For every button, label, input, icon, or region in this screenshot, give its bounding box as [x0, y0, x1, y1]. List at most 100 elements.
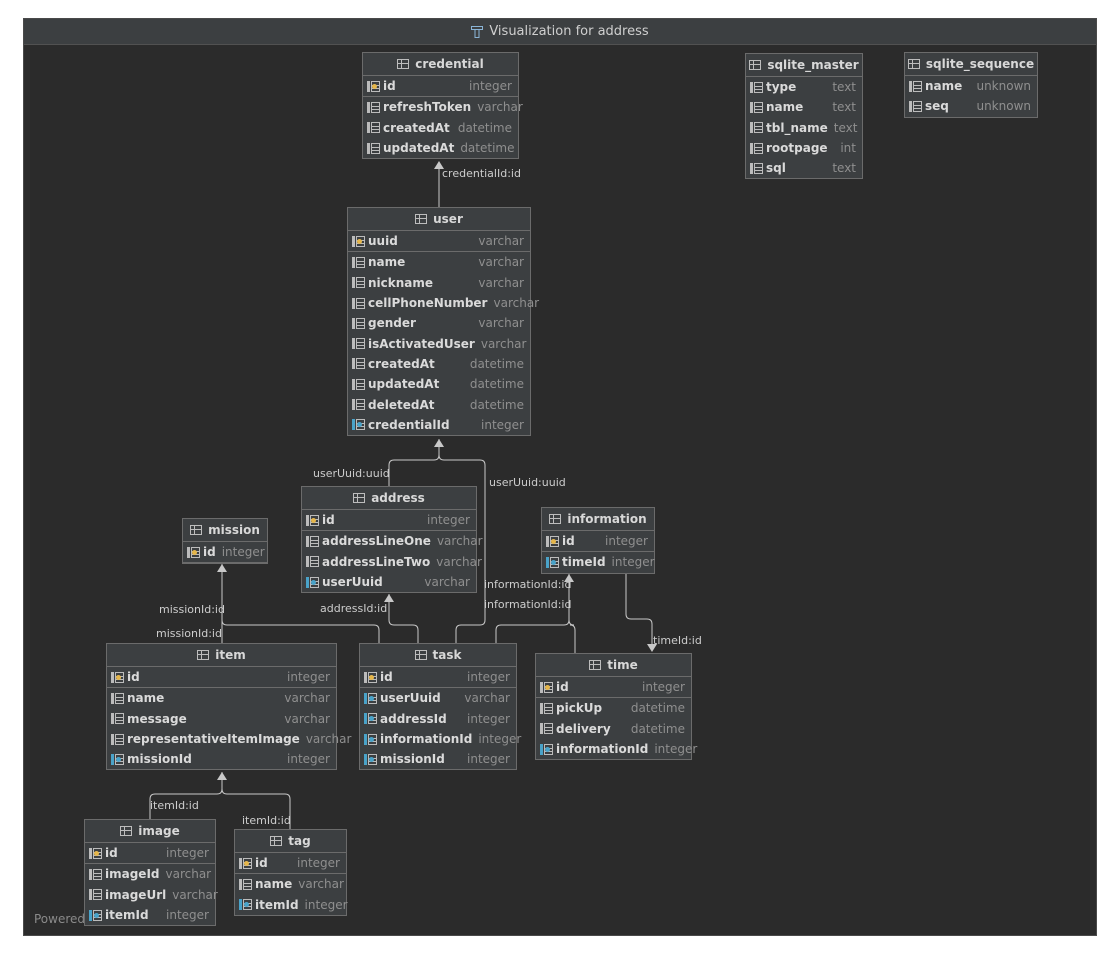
field-type: integer [287, 752, 330, 767]
field-row[interactable]: imageId varchar [85, 864, 215, 884]
table-image[interactable]: image id integer imageId varchar imageUrl varc… [84, 819, 218, 927]
field-row[interactable]: isActivatedUser varchar [348, 333, 530, 353]
field-row[interactable]: cellPhoneNumber varchar [348, 293, 539, 313]
field-row[interactable]: imageUrl varchar [85, 885, 218, 905]
field-row[interactable]: nickname varchar [348, 273, 530, 293]
field-name: imageId [105, 867, 160, 882]
field-row[interactable]: name varchar [235, 874, 346, 894]
field-name: id [383, 79, 396, 94]
field-type: datetime [457, 120, 512, 135]
field-name: delivery [556, 721, 611, 736]
field-row[interactable]: id integer [363, 76, 518, 98]
primary-key-icon [545, 535, 559, 548]
table-information[interactable]: information id integer timeId integer [541, 507, 655, 574]
field-row[interactable]: createdAt datetime [348, 354, 530, 374]
table-name: task [432, 648, 462, 662]
field-name: addressLineTwo [322, 554, 431, 569]
table-sqlite-master[interactable]: sqlite_master type text name text tbl_name tex… [745, 53, 863, 180]
foreign-key-icon [363, 692, 377, 705]
field-row[interactable]: uuid varchar [348, 231, 530, 253]
field-row[interactable]: name text [746, 97, 862, 117]
field-type: unknown [976, 99, 1031, 114]
table-mission[interactable]: mission id integer [182, 518, 268, 565]
field-type: integer [467, 711, 510, 726]
column-icon [110, 692, 124, 705]
table-sqlite-sequence[interactable]: sqlite_sequence name unknown seq unknown [904, 52, 1038, 118]
field-row[interactable]: addressId integer [360, 709, 516, 729]
field-row[interactable]: informationId integer [536, 739, 697, 759]
field-row[interactable]: id integer [107, 667, 336, 689]
column-icon [749, 101, 763, 114]
table-user[interactable]: user uuid varchar name varchar nickname varcha… [347, 207, 539, 436]
field-name: gender [368, 316, 416, 331]
field-row[interactable]: updatedAt datetime [348, 374, 530, 394]
edge-label-task-address: addressId:id [320, 602, 388, 615]
table-item[interactable]: item id integer name varchar message varchar re… [106, 643, 351, 771]
field-row[interactable]: id integer [542, 531, 654, 553]
field-name: name [255, 877, 293, 892]
arrow-mission [217, 564, 227, 572]
field-row[interactable]: userUuid varchar [302, 572, 476, 592]
field-row[interactable]: itemId integer [235, 895, 348, 915]
field-row[interactable]: informationId integer [360, 729, 521, 749]
table-time[interactable]: time id integer pickUp datetime delivery datet… [535, 653, 697, 761]
field-row[interactable]: addressLineOne varchar [302, 531, 483, 551]
field-row[interactable]: credentialId integer [348, 415, 530, 435]
field-row[interactable]: missionId integer [107, 749, 336, 769]
field-row[interactable]: name varchar [107, 688, 336, 708]
field-row[interactable]: rootpage int [746, 138, 862, 158]
field-row[interactable]: id integer [183, 542, 267, 564]
field-name: updatedAt [368, 377, 440, 392]
column-icon [366, 142, 380, 155]
field-name: uuid [368, 234, 398, 249]
field-row[interactable]: seq unknown [905, 96, 1037, 116]
field-row[interactable]: createdAt datetime [363, 118, 518, 138]
table-credential[interactable]: credential id integer refreshToken varchar cr… [362, 52, 523, 160]
field-row[interactable]: addressLineTwo varchar [302, 552, 482, 572]
field-row[interactable]: id integer [536, 677, 691, 699]
field-row[interactable]: id integer [302, 510, 476, 532]
field-row[interactable]: userUuid varchar [360, 688, 516, 708]
field-row[interactable]: message varchar [107, 709, 336, 729]
table-header: sqlite_master [746, 54, 862, 77]
field-row[interactable]: updatedAt datetime [363, 138, 518, 158]
field-row[interactable]: representativeItemImage varchar [107, 729, 351, 749]
field-row[interactable]: name varchar [348, 252, 530, 272]
field-row[interactable]: delivery datetime [536, 719, 691, 739]
field-type: varchar [436, 534, 483, 549]
field-row[interactable]: sql text [746, 158, 862, 178]
field-row[interactable]: refreshToken varchar [363, 97, 523, 117]
field-type: integer [478, 732, 522, 747]
table-icon [197, 650, 210, 660]
field-row[interactable]: type text [746, 77, 862, 97]
field-row[interactable]: id integer [360, 667, 516, 689]
field-row[interactable]: deletedAt datetime [348, 394, 530, 414]
field-type: varchar [284, 691, 330, 706]
field-row[interactable]: name unknown [905, 76, 1037, 96]
column-icon [908, 100, 922, 113]
table-task[interactable]: task id integer userUuid varchar addressId int… [359, 643, 521, 771]
edge-label-address-user: userUuid:uuid [313, 467, 390, 480]
field-row[interactable]: timeId integer [542, 552, 655, 572]
primary-key-icon [363, 671, 377, 684]
table-address[interactable]: address id integer addressLineOne varchar add… [301, 486, 483, 594]
column-icon [749, 121, 763, 134]
field-row[interactable]: itemId integer [85, 905, 215, 925]
column-icon [88, 868, 102, 881]
field-type: varchar [298, 877, 344, 892]
column-icon [351, 256, 365, 269]
field-row[interactable]: pickUp datetime [536, 698, 691, 718]
table-icon [907, 59, 920, 69]
field-row[interactable]: tbl_name text [746, 118, 862, 138]
column-icon [539, 702, 553, 715]
field-row[interactable]: missionId integer [360, 749, 516, 769]
column-icon [110, 733, 124, 746]
table-tag[interactable]: tag id integer name varchar itemId integer [234, 829, 348, 916]
table-name: tag [288, 834, 311, 848]
field-row[interactable]: gender varchar [348, 313, 530, 333]
primary-key-icon [539, 681, 553, 694]
field-row[interactable]: id integer [235, 853, 346, 875]
field-row[interactable]: id integer [85, 843, 215, 865]
table-name: item [215, 648, 246, 662]
edge-label-task-mission: missionId:id [159, 603, 225, 616]
